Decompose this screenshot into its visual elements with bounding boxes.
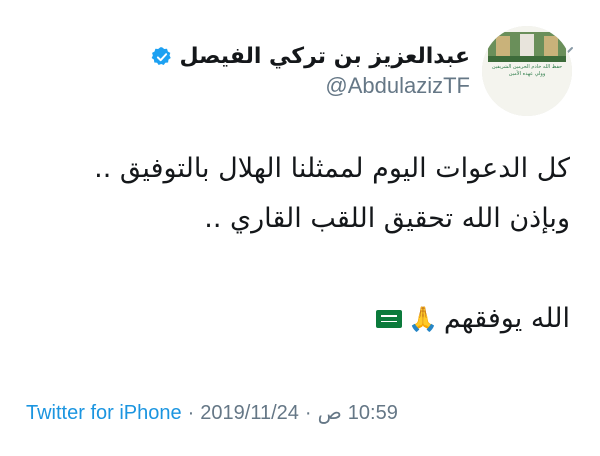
tweet-time[interactable]: 10:59: [348, 400, 398, 426]
tweet-line-1: كل الدعوات اليوم لممثلنا الهلال بالتوفيق…: [94, 153, 570, 184]
tweet-line-3-text: الله يوفقهم: [443, 303, 570, 334]
source-link[interactable]: Twitter for iPhone: [26, 400, 182, 426]
saudi-flag-icon: [375, 310, 402, 328]
user-handle[interactable]: @AbdulazizTF: [325, 73, 470, 99]
tweet-meta: Twitter for iPhone · 2019/11/24 · ص 10:5…: [26, 400, 398, 426]
user-block[interactable]: عبدالعزيز بن تركي الفيصل @AbdulazizTF: [151, 43, 470, 99]
name-row: عبدالعزيز بن تركي الفيصل: [151, 43, 470, 71]
verified-badge-icon: [152, 47, 172, 66]
tweet-card: حفظ الله خادم الحرمين الشريفين وولي عهده…: [0, 0, 600, 456]
tweet-line-2: وبإذن الله تحقيق اللقب القاري ..: [204, 203, 570, 234]
praying-hands-icon: 🙏: [407, 305, 438, 333]
tweet-header: حفظ الله خادم الحرمين الشريفين وولي عهده…: [151, 26, 572, 116]
display-name[interactable]: عبدالعزيز بن تركي الفيصل: [179, 43, 470, 71]
separator: ·: [187, 402, 195, 424]
avatar[interactable]: حفظ الله خادم الحرمين الشريفين وولي عهده…: [482, 26, 572, 116]
tweet-text: كل الدعوات اليوم لممثلنا الهلال بالتوفيق…: [30, 144, 570, 344]
tweet-line-3: الله يوفقهم 🙏: [30, 294, 570, 344]
tweet-ampm: ص: [317, 402, 342, 424]
tweet-date[interactable]: 2019/11/24: [200, 400, 299, 426]
separator: ·: [304, 402, 312, 424]
avatar-caption: حفظ الله خادم الحرمين الشريفين وولي عهده…: [491, 64, 563, 77]
